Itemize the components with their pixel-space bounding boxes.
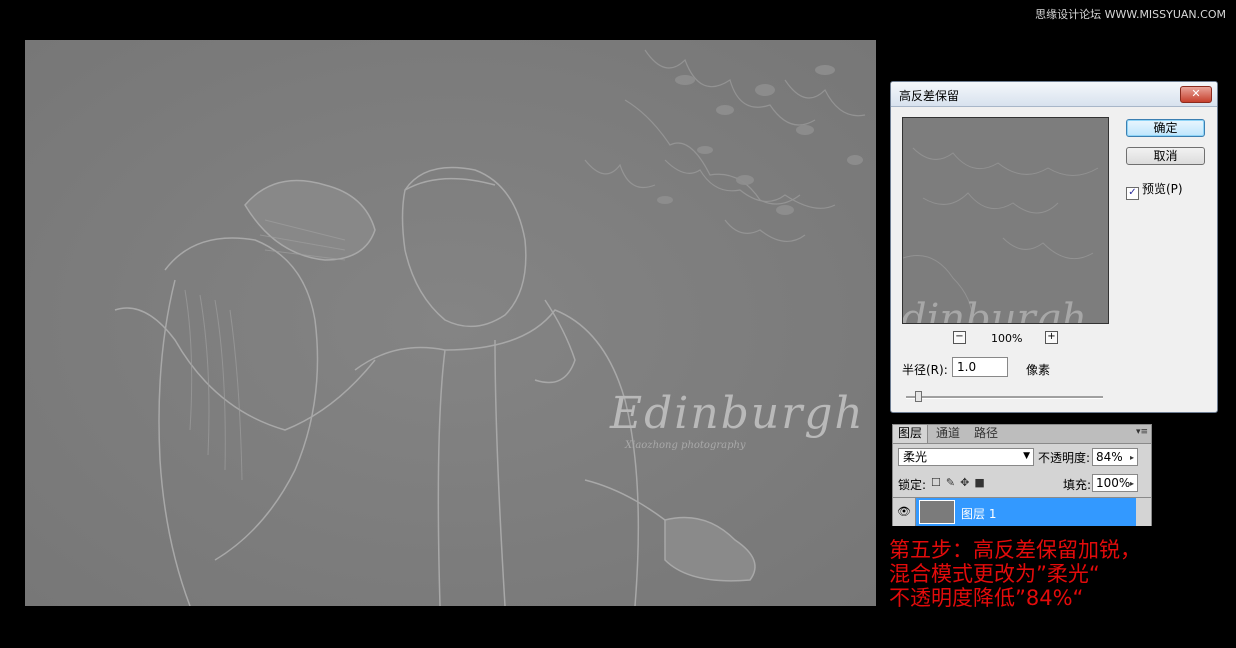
plus-icon: + (1047, 331, 1056, 342)
radius-label: 半径(R): (902, 363, 948, 377)
close-icon: ✕ (1191, 87, 1201, 100)
photo-watermark-script: Edinburgh (610, 388, 865, 439)
layer-thumbnail (919, 500, 955, 524)
eye-icon[interactable]: 👁 (893, 498, 916, 526)
document-canvas[interactable]: Edinburgh Xiaozhong photography (25, 40, 876, 606)
zoom-level: 100% (991, 332, 1023, 345)
lock-brush-icon[interactable]: ✎ (946, 476, 960, 489)
tab-paths[interactable]: 路径 (969, 425, 1003, 442)
preview-checkbox[interactable]: ✓ (1126, 187, 1139, 200)
layers-panel: 图层 通道 路径 ▾≡ 柔光 ▼ 不透明度: 84% ▸ 锁定: ☐✎✥■ 填充… (892, 424, 1152, 526)
site-watermark: 思缘设计论坛 WWW.MISSYUAN.COM (1035, 8, 1226, 21)
tab-channels[interactable]: 通道 (931, 425, 965, 442)
blend-mode-select[interactable]: 柔光 ▼ (898, 448, 1034, 466)
photo-watermark-subtitle: Xiaozhong photography (625, 440, 746, 451)
radius-unit: 像素 (1026, 363, 1051, 377)
lock-all-icon[interactable]: ■ (974, 476, 989, 489)
opacity-value: 84% (1096, 450, 1123, 464)
layer-selected[interactable]: 图层 1 (916, 498, 1136, 526)
high-pass-dialog: 高反差保留 ✕ dinburgh − 100% + 确定 取消 ✓ 预览(P) 半… (890, 81, 1218, 413)
minus-icon: − (955, 331, 964, 342)
radius-slider-thumb[interactable] (915, 391, 922, 402)
opacity-input[interactable]: 84% ▸ (1092, 448, 1138, 466)
layer-name: 图层 1 (961, 507, 997, 521)
preview-script-text: dinburgh (902, 296, 1088, 324)
photo-image (25, 40, 876, 606)
tab-layers[interactable]: 图层 (893, 425, 929, 443)
preview-image (903, 118, 1108, 323)
preview-label: 预览(P) (1142, 182, 1183, 196)
opacity-label: 不透明度: (1038, 451, 1091, 465)
annotation-line: 第五步：高反差保留加锐， (889, 538, 1141, 562)
annotation-line: 不透明度降低”84%“ (889, 586, 1084, 610)
lock-icons: ☐✎✥■ (931, 476, 990, 489)
dialog-title: 高反差保留 (899, 89, 960, 103)
layer-row[interactable]: 👁 图层 1 (893, 497, 1151, 526)
radius-input[interactable]: 1.0 (952, 357, 1008, 377)
radius-slider[interactable] (906, 391, 1103, 402)
close-button[interactable]: ✕ (1180, 86, 1212, 103)
blend-mode-value: 柔光 (903, 450, 928, 464)
panel-tabs: 图层 通道 路径 ▾≡ (893, 425, 1151, 444)
lock-transparent-icon[interactable]: ☐ (931, 476, 946, 489)
chevron-down-icon: ▼ (1023, 451, 1030, 461)
preview-checkbox-row[interactable]: ✓ 预览(P) (1126, 180, 1183, 200)
lock-move-icon[interactable]: ✥ (960, 476, 974, 489)
ok-button[interactable]: 确定 (1126, 119, 1205, 137)
triangle-right-icon[interactable]: ▸ (1130, 476, 1134, 491)
radius-row: 半径(R): 1.0 像素 (902, 357, 1050, 378)
fill-input[interactable]: 100% ▸ (1092, 474, 1138, 492)
panel-menu-icon[interactable]: ▾≡ (1136, 427, 1148, 437)
dialog-titlebar[interactable]: 高反差保留 ✕ (891, 82, 1217, 107)
annotation-line: 混合模式更改为”柔光“ (889, 562, 1100, 586)
tutorial-annotation: 第五步：高反差保留加锐， 混合模式更改为”柔光“ 不透明度降低”84%“ (889, 538, 1229, 610)
zoom-in-button[interactable]: + (1045, 331, 1058, 344)
filter-preview[interactable]: dinburgh (902, 117, 1109, 324)
lock-label: 锁定: (898, 478, 927, 492)
zoom-out-button[interactable]: − (953, 331, 966, 344)
triangle-right-icon[interactable]: ▸ (1130, 450, 1134, 465)
fill-label: 填充: (1063, 478, 1092, 492)
zoom-controls: − 100% + (953, 331, 1063, 347)
fill-value: 100% (1096, 476, 1131, 490)
cancel-button[interactable]: 取消 (1126, 147, 1205, 165)
